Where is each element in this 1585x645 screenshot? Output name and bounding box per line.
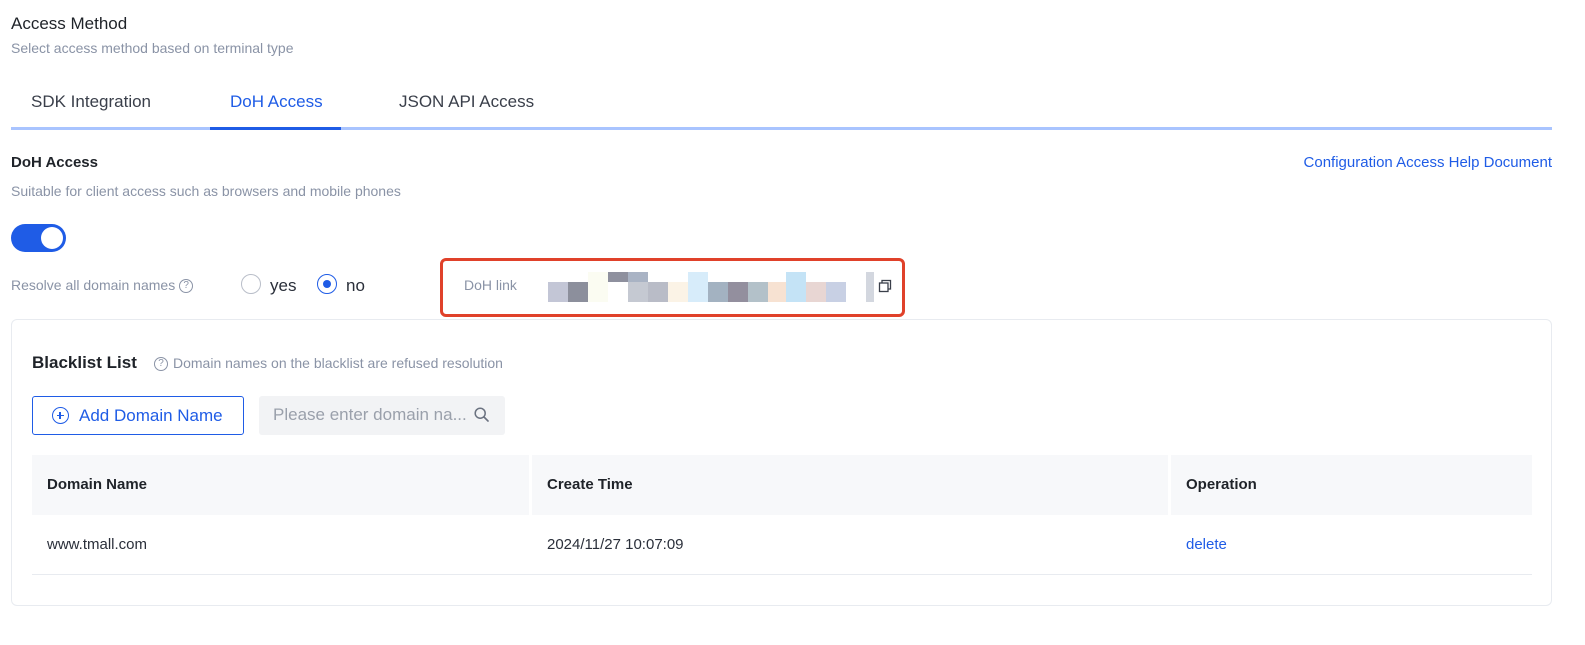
blacklist-title: Blacklist List (32, 353, 137, 372)
tab-json-api-access[interactable]: JSON API Access (399, 92, 534, 112)
resolve-all-yes-label[interactable]: yes (270, 276, 296, 296)
table-header: Domain Name Create Time Operation (32, 455, 1532, 515)
copy-icon[interactable] (878, 279, 892, 293)
column-header-operation: Operation (1171, 455, 1532, 515)
page-subtitle: Select access method based on terminal t… (11, 40, 294, 56)
row-create-time: 2024/11/27 10:07:09 (547, 536, 684, 553)
doh-link-redacted-value (548, 272, 878, 302)
doh-section-title: DoH Access (11, 154, 98, 171)
access-method-tabs: SDK Integration DoH Access JSON API Acce… (11, 80, 1552, 130)
doh-description: Suitable for client access such as brows… (11, 183, 401, 199)
row-domain-name: www.tmall.com (47, 536, 148, 553)
toggle-knob (41, 227, 63, 249)
plus-circle-icon (52, 407, 69, 424)
doh-link-label: DoH link (464, 277, 517, 293)
column-header-create-time: Create Time (532, 455, 1168, 515)
resolve-all-no-radio[interactable] (317, 274, 337, 294)
blacklist-hint: Domain names on the blacklist are refuse… (173, 355, 503, 371)
resolve-all-label-row: Resolve all domain names? (11, 277, 194, 294)
page-title: Access Method (11, 14, 128, 33)
tab-doh-access[interactable]: DoH Access (230, 92, 323, 112)
column-header-domain-name: Domain Name (32, 455, 529, 515)
doh-enable-toggle[interactable] (11, 224, 66, 252)
tab-sdk-integration[interactable]: SDK Integration (31, 92, 151, 112)
row-delete-link[interactable]: delete (1171, 515, 1371, 575)
domain-search-input[interactable] (273, 404, 469, 426)
table-row: www.tmall.com 2024/11/27 10:07:09 delete (32, 515, 1532, 575)
resolve-all-yes-radio[interactable] (241, 274, 261, 294)
resolve-all-no-label[interactable]: no (346, 276, 365, 296)
configuration-help-link[interactable]: Configuration Access Help Document (1304, 154, 1552, 171)
question-circle-icon: ? (154, 357, 168, 372)
add-domain-name-label: Add Domain Name (79, 406, 223, 425)
active-tab-indicator (210, 127, 341, 130)
blacklist-hint-row: ? Domain names on the blacklist are refus… (154, 355, 503, 372)
resolve-all-label: Resolve all domain names (11, 277, 176, 293)
domain-search-box[interactable] (259, 396, 505, 435)
add-domain-name-button[interactable]: Add Domain Name (32, 396, 244, 435)
search-icon[interactable] (474, 407, 489, 422)
question-circle-icon[interactable]: ? (179, 279, 194, 294)
